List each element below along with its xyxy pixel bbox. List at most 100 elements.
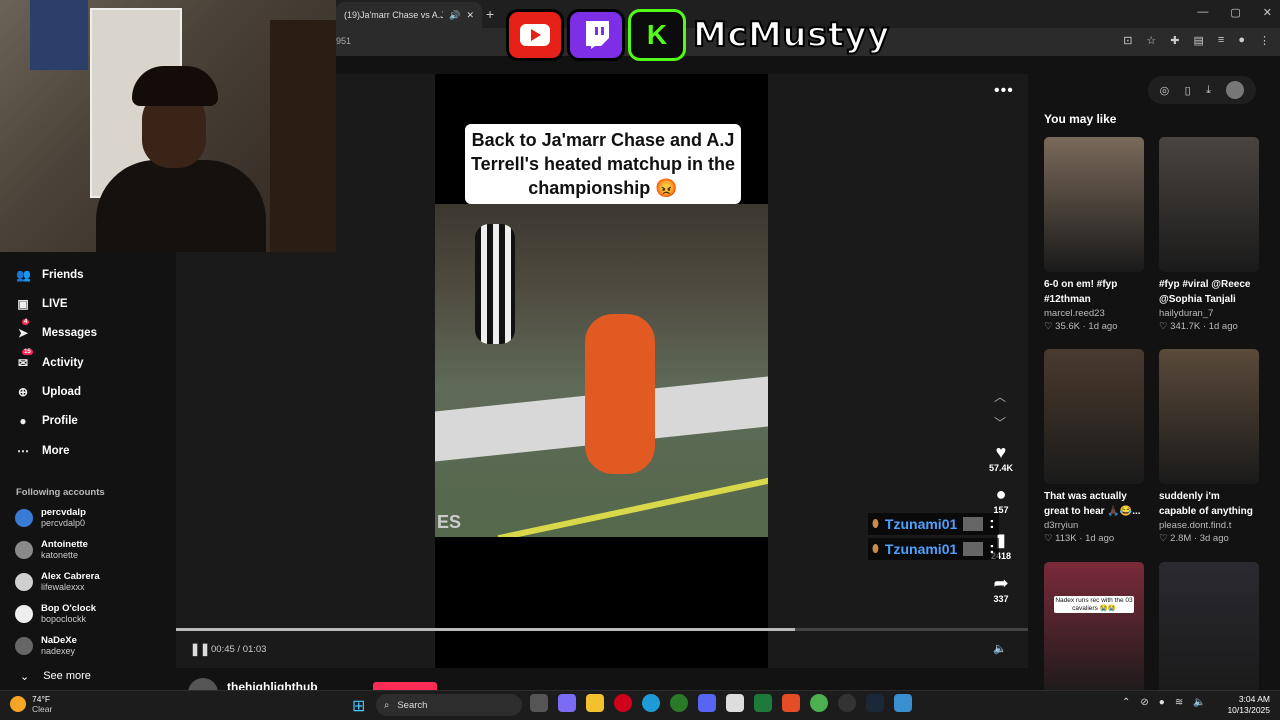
pause-icon[interactable]: ❚❚ bbox=[190, 642, 210, 656]
clip-watermark: ES bbox=[437, 512, 462, 532]
install-icon[interactable]: ⊡ bbox=[1123, 34, 1132, 47]
menu-icon[interactable]: ⋮ bbox=[1259, 34, 1270, 47]
streamer-logos: K McMustyy bbox=[506, 8, 890, 62]
minimize-button[interactable]: — bbox=[1197, 6, 1208, 19]
video-card[interactable]: suddenly i'm capable of anything please.d… bbox=[1159, 349, 1259, 544]
star-icon[interactable]: ☆ bbox=[1146, 34, 1156, 47]
chrome-icon[interactable] bbox=[810, 694, 828, 712]
task-view-icon[interactable] bbox=[530, 694, 548, 712]
obs-icon[interactable] bbox=[838, 694, 856, 712]
video-thumbnail[interactable] bbox=[1159, 562, 1259, 697]
see-more-label: See more bbox=[43, 670, 91, 682]
video-frame[interactable]: ES bbox=[435, 204, 768, 537]
notification-mute-icon[interactable]: ⊘ bbox=[1140, 697, 1148, 708]
video-thumbnail[interactable] bbox=[1159, 349, 1259, 484]
discord-icon[interactable] bbox=[698, 694, 716, 712]
app-icon[interactable] bbox=[782, 694, 800, 712]
following-account[interactable]: NaDeXe nadexey bbox=[15, 635, 77, 657]
sidebar-item-friends[interactable]: 👥 Friends bbox=[16, 268, 84, 282]
video-author[interactable]: hailyduran_7 bbox=[1159, 308, 1259, 319]
video-card[interactable]: That was actually great to hear 🙏🏿😂... d3… bbox=[1044, 349, 1144, 544]
following-account[interactable]: Antoinette katonette bbox=[15, 539, 88, 561]
edge-icon[interactable] bbox=[642, 694, 660, 712]
speaker-icon[interactable]: 🔊 bbox=[449, 10, 460, 21]
media-icon[interactable]: ≡ bbox=[1218, 34, 1224, 47]
photos-icon[interactable] bbox=[894, 694, 912, 712]
top-right-tools: ◎ ▯ ⤓ bbox=[1148, 76, 1256, 104]
video-author[interactable]: marcel.reed23 bbox=[1044, 308, 1144, 319]
speaker-icon[interactable]: 🔈 bbox=[1193, 697, 1205, 708]
profile-icon: ● bbox=[19, 414, 27, 428]
sidebar-item-upload[interactable]: ⊕ Upload bbox=[16, 385, 81, 399]
streamer-hair bbox=[132, 66, 218, 106]
weather-widget[interactable]: 74°F Clear bbox=[10, 694, 52, 714]
wifi-icon[interactable]: ≋ bbox=[1175, 697, 1183, 708]
video-title[interactable]: suddenly i'm capable of anything bbox=[1159, 489, 1259, 519]
video-title[interactable]: #fyp #viral @Reece @Sophia Tanjali bbox=[1159, 277, 1259, 307]
download-icon[interactable]: ⤓ bbox=[1206, 84, 1211, 97]
spreadsheet-icon[interactable] bbox=[754, 694, 772, 712]
volume-icon[interactable]: 🔈 bbox=[993, 642, 1007, 655]
browser-tab[interactable]: (19)Ja'marr Chase vs A.J Ter 🔊 ✕ bbox=[336, 2, 482, 28]
compass-icon[interactable]: ◎ bbox=[1160, 84, 1170, 97]
chat-separator: : bbox=[989, 540, 995, 557]
sidebar-item-activity[interactable]: ✉ 15 Activity bbox=[16, 349, 84, 370]
chat-separator: : bbox=[989, 515, 995, 532]
like-button[interactable]: ♥ 57.4K bbox=[980, 442, 1022, 473]
video-card[interactable]: #fyp #viral @Reece @Sophia Tanjali hailyd… bbox=[1159, 137, 1259, 332]
video-title[interactable]: That was actually great to hear 🙏🏿😂... bbox=[1044, 489, 1144, 519]
following-account[interactable]: percvdalp percvdalp0 bbox=[15, 507, 86, 529]
sidebar-item-more[interactable]: ⋯ More bbox=[16, 444, 69, 458]
sidebar-item-label: Upload bbox=[42, 386, 81, 398]
video-card[interactable]: 6-0 on em! #fyp #12thman marcel.reed23 ♡ 3… bbox=[1044, 137, 1144, 332]
windows-start-icon[interactable]: ⊞ bbox=[352, 696, 365, 716]
see-more-button[interactable]: ⌄ See more bbox=[20, 670, 91, 683]
profile-icon[interactable]: ● bbox=[1238, 34, 1245, 47]
close-tab-icon[interactable]: ✕ bbox=[466, 10, 474, 21]
video-author[interactable]: d3rryiun bbox=[1044, 520, 1144, 531]
comment-button[interactable]: ● 157 bbox=[980, 484, 1022, 515]
sidebar-item-messages[interactable]: ➤ 4 Messages bbox=[16, 319, 97, 340]
previous-video-button[interactable]: ︿ bbox=[994, 388, 1006, 405]
mic-icon[interactable]: ● bbox=[1159, 697, 1165, 708]
upload-icon: ⊕ bbox=[17, 385, 29, 399]
phone-icon[interactable]: ▯ bbox=[1185, 84, 1191, 97]
new-tab-button[interactable]: + bbox=[486, 6, 494, 22]
video-card[interactable] bbox=[1159, 562, 1259, 697]
following-account[interactable]: Bop O'clock bopoclockk bbox=[15, 603, 96, 625]
video-thumbnail[interactable] bbox=[1159, 137, 1259, 272]
video-card[interactable]: Nadex runs rec with the 03 cavaliers 😭😭 bbox=[1044, 562, 1144, 697]
url-text[interactable]: 951 bbox=[336, 36, 351, 46]
opera-icon[interactable] bbox=[614, 694, 632, 712]
video-author[interactable]: please.dont.find.t bbox=[1159, 520, 1259, 531]
taskbar-apps bbox=[530, 694, 912, 712]
next-video-button[interactable]: ﹀ bbox=[994, 414, 1006, 431]
steam-icon[interactable] bbox=[866, 694, 884, 712]
weather-condition: Clear bbox=[32, 704, 53, 714]
store-icon[interactable] bbox=[726, 694, 744, 712]
sidebar-icon[interactable]: ▤ bbox=[1194, 34, 1204, 47]
video-thumbnail[interactable] bbox=[1044, 349, 1144, 484]
maximize-button[interactable]: ▢ bbox=[1230, 6, 1240, 19]
xbox-icon[interactable] bbox=[670, 694, 688, 712]
more-options-button[interactable]: ••• bbox=[994, 82, 1014, 100]
following-account[interactable]: Alex Cabrera lifewalexxx bbox=[15, 571, 100, 593]
account-handle: percvdalp0 bbox=[41, 518, 86, 528]
close-window-button[interactable]: ✕ bbox=[1263, 6, 1272, 19]
file-explorer-icon[interactable] bbox=[586, 694, 604, 712]
video-thumbnail[interactable] bbox=[1044, 137, 1144, 272]
streamer-brand: McMustyy bbox=[692, 14, 890, 56]
video-thumbnail[interactable]: Nadex runs rec with the 03 cavaliers 😭😭 bbox=[1044, 562, 1144, 697]
copilot-icon[interactable] bbox=[558, 694, 576, 712]
taskbar-clock[interactable]: 3:04 AM 10/13/2025 bbox=[1222, 694, 1270, 716]
chevron-up-icon[interactable]: ⌃ bbox=[1122, 697, 1130, 708]
share-button[interactable]: ➦ 337 bbox=[980, 573, 1022, 604]
taskbar-search[interactable]: ⌕ Search bbox=[376, 694, 522, 716]
youtube-logo bbox=[506, 9, 564, 61]
football-icon: ⬮ bbox=[872, 517, 879, 530]
sidebar-item-live[interactable]: ▣ LIVE bbox=[16, 297, 67, 311]
extensions-icon[interactable]: ✚ bbox=[1170, 34, 1179, 47]
video-title[interactable]: 6-0 on em! #fyp #12thman bbox=[1044, 277, 1144, 307]
sidebar-item-profile[interactable]: ● Profile bbox=[16, 414, 77, 428]
avatar[interactable] bbox=[1226, 81, 1245, 99]
